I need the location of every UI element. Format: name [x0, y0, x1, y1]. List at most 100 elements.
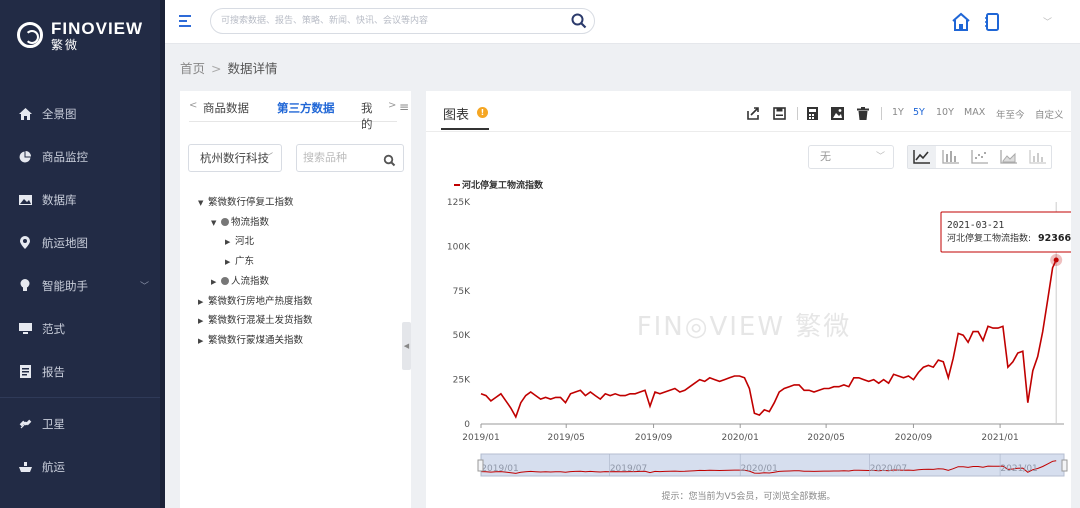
tab-mine[interactable]: 我的	[361, 100, 381, 132]
sidebar-item-shipping-map[interactable]: 航运地图	[0, 221, 165, 264]
tree-node[interactable]: ▼ 繁微数行停复工指数	[198, 194, 294, 208]
tree-node-label: 繁微数行停复工指数	[208, 197, 294, 208]
sidebar-item-commodity-monitor[interactable]: 商品监控	[0, 135, 165, 178]
save-icon[interactable]	[773, 107, 786, 120]
sidebar-item-database[interactable]: 数据库	[0, 178, 165, 221]
image-icon	[18, 193, 32, 207]
global-search-input[interactable]: 可搜索数据、报告、策略、新闻、快讯、会议等内容	[210, 8, 595, 34]
y-tick-label: 100K	[447, 242, 471, 252]
tree-node[interactable]: ▶ 繁微数行房地产热度指数	[198, 293, 313, 307]
tree-node[interactable]: ▶ 人流指数	[211, 273, 269, 287]
caret-right-icon[interactable]: ▶	[225, 258, 235, 266]
tree-node-label: 物流指数	[231, 217, 270, 228]
navigator-tick-label: 2020/07	[870, 464, 907, 474]
range-max[interactable]: MAX	[964, 107, 985, 118]
stacked-chart-type-button[interactable]	[1024, 146, 1052, 168]
tree-node[interactable]: ▶ 繁微数行混凝土发货指数	[198, 312, 313, 326]
navigator-tick-label: 2020/01	[740, 464, 777, 474]
sidebar-item-satellite[interactable]: 卫星	[0, 402, 165, 445]
navigator-right-handle[interactable]	[1061, 459, 1068, 472]
category-dot-icon	[221, 277, 229, 285]
tooltip-box	[940, 211, 1071, 253]
x-tick-label: 2021/01	[981, 433, 1018, 443]
range-5y[interactable]: 5Y	[913, 107, 925, 118]
variety-search-input[interactable]: 搜索品种	[296, 144, 404, 172]
source-select[interactable]: 杭州数行科技 ﹀	[188, 144, 282, 172]
user-menu-chevron-icon[interactable]: ﹀	[1043, 15, 1052, 28]
data-tree-panel: < 商品数据 第三方数据 我的 > ≡ 杭州数行科技 ﹀ 搜索品种 ▼ 繁微数行停…	[180, 91, 411, 508]
search-icon[interactable]	[570, 12, 588, 30]
chart-panel-title: 图表	[443, 108, 470, 123]
y-tick-label: 125K	[447, 198, 471, 208]
info-icon[interactable]: !	[477, 107, 488, 118]
bar-chart-type-button[interactable]	[937, 146, 965, 168]
membership-hint: 提示：您当前为V5会员，可浏览全部数据。	[661, 492, 836, 502]
legend-label[interactable]: 河北停复工物流指数	[462, 179, 544, 191]
range-navigator[interactable]: 2019/01 2019/07 2020/01 2020/07 2021/01	[477, 453, 1068, 477]
caret-right-icon[interactable]: ▶	[225, 238, 235, 246]
tabs-menu-icon[interactable]: ≡	[399, 100, 409, 114]
tab-next-icon[interactable]: >	[388, 100, 396, 111]
image-export-icon[interactable]	[831, 107, 844, 120]
chevron-down-icon: ﹀	[875, 152, 885, 162]
chart-type-group	[907, 145, 1052, 169]
lightbulb-icon	[18, 279, 32, 293]
satellite-icon	[18, 417, 32, 431]
sidebar-item-shipping[interactable]: 航运	[0, 445, 165, 488]
sidebar-item-panorama[interactable]: 全景图	[0, 92, 165, 135]
menu-toggle-icon[interactable]	[179, 15, 193, 29]
scatter-chart-type-button[interactable]	[966, 146, 994, 168]
tree-node[interactable]: ▶ 繁微数行蒙煤通关指数	[198, 332, 303, 346]
home-icon[interactable]	[951, 12, 971, 32]
caret-down-icon[interactable]: ▼	[211, 219, 221, 227]
panel-collapse-handle[interactable]: ◀	[402, 322, 411, 370]
range-custom[interactable]: 自定义	[1035, 107, 1064, 121]
caret-right-icon[interactable]: ▶	[198, 298, 208, 306]
search-icon[interactable]	[383, 151, 396, 167]
home-icon	[18, 107, 32, 121]
logo-mark-icon	[17, 22, 43, 48]
x-tick-label: 2019/05	[548, 433, 585, 443]
tree-node[interactable]: ▶ 广东	[225, 253, 254, 267]
range-10y[interactable]: 10Y	[936, 107, 954, 118]
caret-right-icon[interactable]: ▶	[198, 337, 208, 345]
hover-point[interactable]	[1053, 257, 1059, 263]
calculator-icon[interactable]	[807, 107, 820, 120]
caret-right-icon[interactable]: ▶	[198, 317, 208, 325]
caret-down-icon[interactable]: ▼	[198, 199, 208, 207]
source-tabs: < 商品数据 第三方数据 我的 >	[189, 91, 397, 131]
range-1y[interactable]: 1Y	[892, 107, 904, 118]
line-chart[interactable]: 河北停复工物流指数 FIN◎VIEW 繁微 125K 100K 75K 50K 25K 0 20…	[426, 175, 1071, 485]
sidebar-item-smart-assistant[interactable]: 智能助手 ﹀	[0, 264, 165, 307]
x-tick-label: 2020/05	[807, 433, 844, 443]
navigator-tick-label: 2019/07	[610, 464, 647, 474]
caret-right-icon[interactable]: ▶	[211, 278, 221, 286]
category-dot-icon	[221, 218, 229, 226]
line-chart-type-button[interactable]	[908, 146, 936, 168]
sidebar-item-reports[interactable]: 报告	[0, 350, 165, 393]
tree-node[interactable]: ▼ 物流指数	[211, 214, 269, 228]
navigator-left-handle[interactable]	[477, 459, 484, 472]
tooltip-date: 2021-03-21	[947, 220, 1004, 231]
trash-icon[interactable]	[857, 107, 870, 120]
tab-prev-icon[interactable]: <	[189, 100, 197, 111]
sidebar-nav: 全景图 商品监控 数据库 航运地图 智能助手 ﹀ 范式 报告 卫星 航运	[0, 92, 165, 488]
range-ytd[interactable]: 年至今	[996, 107, 1025, 121]
x-tick-label: 2020/09	[895, 433, 933, 443]
tab-third-party-data[interactable]: 第三方数据	[277, 100, 335, 116]
tree-node-label: 繁微数行混凝土发货指数	[208, 315, 313, 326]
sidebar-scrollbar[interactable]	[160, 0, 165, 508]
export-icon[interactable]	[747, 107, 760, 120]
tree-node-label: 河北	[235, 236, 255, 247]
x-tick-label: 2020/01	[721, 433, 758, 443]
sidebar-item-paradigm[interactable]: 范式	[0, 307, 165, 350]
tree-node[interactable]: ▶ 河北	[225, 233, 254, 247]
overlay-option-select[interactable]: 无 ﹀	[808, 145, 894, 169]
logo[interactable]: FINOVIEW 繁微	[0, 0, 165, 70]
notebook-icon[interactable]	[984, 12, 1004, 32]
area-chart-type-button[interactable]	[995, 146, 1023, 168]
tab-commodity-data[interactable]: 商品数据	[203, 100, 249, 116]
panel-divider	[426, 131, 1071, 132]
breadcrumb-home[interactable]: 首页	[180, 61, 205, 76]
y-tick-label: 0	[464, 420, 470, 430]
